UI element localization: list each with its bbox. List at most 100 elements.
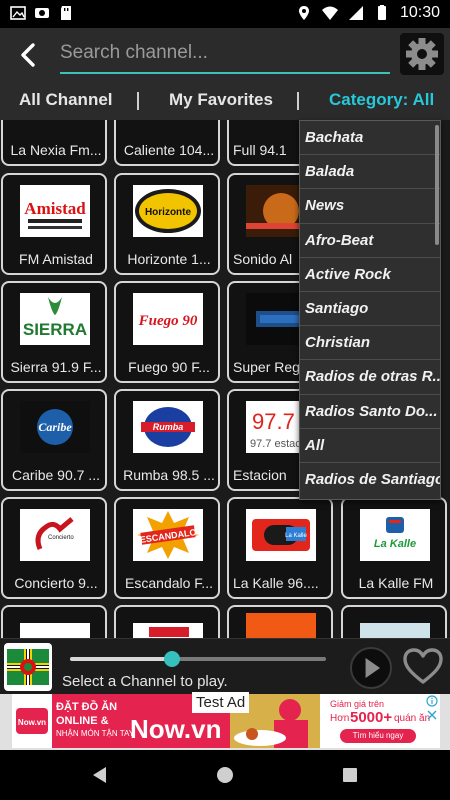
player-status-text: Select a Channel to play. bbox=[62, 673, 228, 690]
status-time: 10:30 bbox=[399, 4, 440, 21]
tab-my-favorites[interactable]: My Favorites bbox=[169, 90, 273, 110]
ad-cta-button[interactable]: Tìm hiểu ngay bbox=[340, 729, 416, 743]
battery-icon bbox=[377, 5, 386, 20]
station-name: Horizonte 1... bbox=[127, 251, 211, 267]
station-name: Fuego 90 F... bbox=[128, 359, 210, 375]
station-card[interactable]: Concierto Concierto 9... bbox=[1, 497, 107, 599]
station-logo: Caribe bbox=[20, 401, 90, 453]
station-name: Sierra 91.9 F... bbox=[10, 359, 102, 375]
station-card[interactable]: Horizonte Horizonte 1... bbox=[114, 173, 220, 275]
station-logo bbox=[20, 623, 90, 638]
category-option[interactable]: Radios de otras R... bbox=[300, 360, 440, 395]
category-option[interactable]: Christian bbox=[300, 326, 440, 361]
search-input[interactable]: Search channel... bbox=[60, 40, 390, 74]
svg-text:La Kalle: La Kalle bbox=[285, 533, 307, 539]
station-card[interactable]: La Kalle La Kalle FM bbox=[341, 497, 447, 599]
category-option[interactable]: All bbox=[300, 429, 440, 463]
station-card[interactable]: Fuego 90 Fuego 90 F... bbox=[114, 281, 220, 383]
station-logo bbox=[20, 120, 90, 128]
category-option[interactable]: Active Rock bbox=[300, 258, 440, 292]
ad-promo-2: Hơn bbox=[330, 713, 350, 724]
signal-icon bbox=[348, 6, 363, 20]
ad-info-icon[interactable] bbox=[426, 695, 438, 707]
station-logo bbox=[133, 623, 203, 638]
station-name: Escandalo F... bbox=[125, 575, 213, 591]
ad-promo-1: Giảm giá trên bbox=[330, 699, 385, 709]
category-option[interactable]: Santiago bbox=[300, 292, 440, 327]
category-option[interactable]: Afro-Beat bbox=[300, 224, 440, 258]
ad-close-icon[interactable] bbox=[426, 709, 438, 721]
nav-recents-icon[interactable] bbox=[341, 766, 359, 784]
station-logo: Amistad bbox=[20, 185, 90, 237]
wifi-icon bbox=[321, 6, 338, 20]
ad-line-2: ONLINE & bbox=[56, 715, 109, 727]
tab-divider bbox=[137, 92, 139, 110]
svg-text:La Kalle: La Kalle bbox=[374, 538, 416, 550]
dropdown-scrollbar[interactable] bbox=[435, 125, 439, 245]
station-card[interactable] bbox=[114, 605, 220, 638]
favorite-heart-icon[interactable] bbox=[402, 647, 444, 687]
photo-icon bbox=[35, 8, 49, 18]
station-name: Rumba 98.5 ... bbox=[123, 467, 215, 483]
player-bar: Select a Channel to play. bbox=[0, 638, 450, 694]
ad-line-1: ĐẶT ĐỒ ĂN bbox=[56, 701, 118, 713]
system-nav-bar bbox=[0, 750, 450, 800]
test-ad-label: Test Ad bbox=[192, 692, 250, 713]
station-name: La Kalle FM bbox=[358, 575, 434, 591]
station-logo: Fuego 90 bbox=[133, 293, 203, 345]
station-card[interactable]: La Nexia Fm... bbox=[1, 120, 107, 166]
ad-brand: Now.vn bbox=[130, 714, 222, 744]
svg-text:97.7: 97.7 bbox=[252, 409, 295, 434]
station-card[interactable]: Caliente 104... bbox=[114, 120, 220, 166]
top-toolbar: Search channel... bbox=[0, 28, 450, 82]
svg-text:Fuego 90: Fuego 90 bbox=[138, 313, 198, 329]
slider-fill bbox=[70, 657, 173, 661]
tab-all-channel[interactable]: All Channel bbox=[19, 90, 113, 110]
play-button-icon[interactable] bbox=[350, 647, 392, 689]
svg-text:Now.vn: Now.vn bbox=[18, 718, 46, 727]
station-logo: SIERRA bbox=[20, 293, 90, 345]
svg-text:Amistad: Amistad bbox=[24, 199, 86, 218]
svg-text:Rumba: Rumba bbox=[153, 422, 184, 432]
country-flag-icon bbox=[4, 643, 52, 691]
station-name: La Kalle 96.... bbox=[233, 575, 319, 591]
back-arrow-icon[interactable] bbox=[14, 40, 44, 70]
settings-gear-icon[interactable] bbox=[400, 33, 444, 75]
ad-line-3: NHẬN MÓN TẬN TAY bbox=[56, 729, 135, 738]
station-card[interactable]: Caribe Caribe 90.7 ... bbox=[1, 389, 107, 491]
station-logo: La Kalle bbox=[360, 509, 430, 561]
tab-category[interactable]: Category: All bbox=[329, 90, 434, 110]
volume-slider[interactable] bbox=[70, 651, 326, 667]
station-card[interactable] bbox=[227, 605, 333, 638]
ad-promo-count: 5000+ bbox=[350, 709, 393, 726]
category-option[interactable]: Radios de Santiago bbox=[300, 463, 440, 497]
tab-bar: All Channel My Favorites Category: All bbox=[0, 82, 450, 120]
station-card[interactable] bbox=[341, 605, 447, 638]
svg-text:Concierto: Concierto bbox=[48, 535, 74, 541]
station-logo: Rumba bbox=[133, 401, 203, 453]
category-option[interactable]: Bachata bbox=[300, 121, 440, 156]
status-bar: 10:30 bbox=[0, 0, 450, 28]
station-card[interactable]: ESCANDALO Escandalo F... bbox=[114, 497, 220, 599]
station-card[interactable]: Amistad FM Amistad bbox=[1, 173, 107, 275]
sd-card-icon bbox=[61, 6, 71, 20]
svg-text:Horizonte: Horizonte bbox=[145, 207, 192, 218]
slider-thumb[interactable] bbox=[164, 651, 181, 667]
nav-home-icon[interactable] bbox=[215, 765, 235, 785]
category-option[interactable]: News bbox=[300, 189, 440, 224]
gallery-icon bbox=[10, 6, 26, 20]
category-option[interactable]: Radios Santo Do... bbox=[300, 395, 440, 429]
category-dropdown[interactable]: Bachata Balada News Afro-Beat Active Roc… bbox=[299, 120, 441, 500]
category-option[interactable]: Balada bbox=[300, 155, 440, 190]
station-card[interactable] bbox=[1, 605, 107, 638]
svg-text:SIERRA: SIERRA bbox=[23, 320, 87, 339]
station-name: Caliente 104... bbox=[123, 142, 215, 158]
tab-divider bbox=[297, 92, 299, 110]
station-card[interactable]: La Kalle La Kalle 96.... bbox=[227, 497, 333, 599]
station-card[interactable]: SIERRA Sierra 91.9 F... bbox=[1, 281, 107, 383]
nav-back-icon[interactable] bbox=[90, 765, 110, 785]
station-name: FM Amistad bbox=[19, 251, 93, 267]
station-card[interactable]: Rumba Rumba 98.5 ... bbox=[114, 389, 220, 491]
station-logo bbox=[246, 613, 316, 638]
station-logo: Concierto bbox=[20, 509, 90, 561]
